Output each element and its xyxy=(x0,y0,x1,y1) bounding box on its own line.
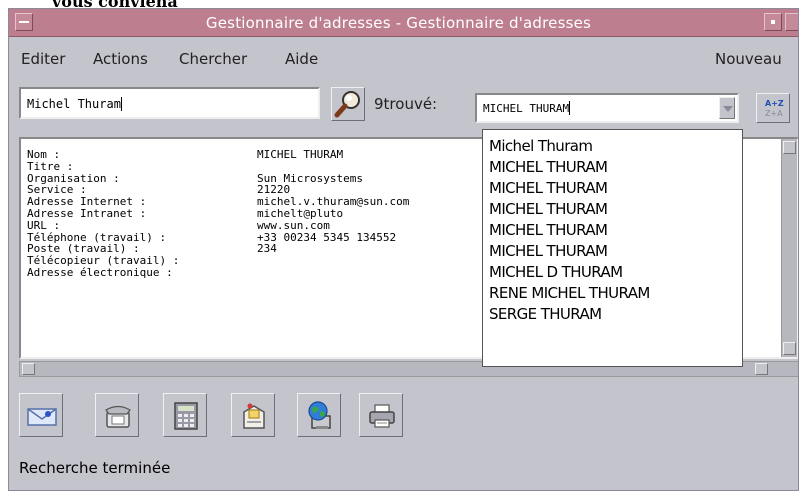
scroll-down-icon[interactable] xyxy=(783,342,796,355)
web-browser-button[interactable] xyxy=(297,393,341,437)
detail-row: Adresse Intranet : michelt@pluto xyxy=(27,208,409,220)
result-option[interactable]: MICHEL THURAM xyxy=(489,178,742,199)
detail-value: 234 xyxy=(257,242,277,256)
phone-button[interactable] xyxy=(95,393,139,437)
results-combo-box[interactable]: MICHEL THURAM xyxy=(475,93,739,123)
menu-aide[interactable]: Aide xyxy=(285,50,318,68)
detail-row: Titre : xyxy=(27,159,409,173)
search-button[interactable] xyxy=(331,87,365,121)
menu-editer[interactable]: Editer xyxy=(21,50,65,68)
found-count-label: 9trouvé: xyxy=(374,95,438,113)
sort-za-icon: Z+A xyxy=(765,109,783,118)
address-card-button[interactable] xyxy=(231,393,275,437)
detail-row: Nom : MICHEL THURAM xyxy=(27,149,409,161)
results-dropdown-list: Michel Thuram MICHEL THURAM MICHEL THURAM M… xyxy=(482,129,743,367)
minimize-button[interactable] xyxy=(764,13,782,31)
result-option[interactable]: MICHEL THURAM xyxy=(489,241,742,262)
name-search-value: Michel Thuram xyxy=(27,97,121,111)
contact-details-text: Nom : MICHEL THURAM Titre : Organisation :S… xyxy=(27,149,409,279)
combo-selected-value: MICHEL THURAM xyxy=(483,101,571,115)
address-card-icon xyxy=(243,403,265,429)
detail-label: URL : xyxy=(27,218,61,232)
detail-value: MICHEL THURAM xyxy=(257,148,344,161)
scroll-up-icon[interactable] xyxy=(783,141,796,154)
address-manager-window: Gestionnaire d'adresses - Gestionnaire d… xyxy=(8,8,799,491)
result-option[interactable]: Michel Thuram xyxy=(489,136,742,157)
window-menu-icon xyxy=(19,21,29,23)
sort-az-icon: A+Z xyxy=(765,99,784,108)
maximize-button[interactable] xyxy=(785,13,798,31)
printer-icon xyxy=(369,404,395,428)
calculator-icon xyxy=(174,402,198,430)
scroll-left-icon[interactable] xyxy=(22,363,35,375)
detail-label: Adresse électronique : xyxy=(27,265,173,279)
result-option[interactable]: MICHEL THURAM xyxy=(489,220,742,241)
result-option[interactable]: MICHEL D THURAM xyxy=(489,262,742,283)
magnifier-icon xyxy=(334,91,360,118)
result-option[interactable]: MICHEL THURAM xyxy=(489,157,742,178)
detail-row: Adresse électronique : xyxy=(27,267,409,279)
status-bar: Recherche terminée xyxy=(19,459,171,477)
scroll-right-icon[interactable] xyxy=(755,363,768,375)
sort-button[interactable]: A+Z Z+A xyxy=(756,93,790,123)
globe-computer-icon xyxy=(308,401,331,429)
result-option[interactable]: SERGE THURAM xyxy=(489,304,742,325)
detail-label: Adresse Intranet : xyxy=(27,206,147,220)
minimize-icon xyxy=(771,20,775,24)
menu-bar: Editer Actions Chercher Aide Nouveau xyxy=(9,45,798,71)
window-menu-button[interactable] xyxy=(15,13,33,31)
detail-value: michelt@pluto xyxy=(257,206,344,220)
text-caret xyxy=(120,97,122,111)
detail-value: www.sun.com xyxy=(257,218,330,232)
vertical-scrollbar[interactable] xyxy=(781,139,797,357)
window-title: Gestionnaire d'adresses - Gestionnaire d… xyxy=(205,14,592,32)
menu-chercher[interactable]: Chercher xyxy=(179,50,247,68)
email-button[interactable] xyxy=(19,393,63,437)
combo-caret xyxy=(569,101,571,115)
chevron-down-icon[interactable] xyxy=(719,97,735,119)
email-icon xyxy=(27,408,57,426)
detail-row: URL : www.sun.com xyxy=(27,218,409,232)
new-button[interactable]: Nouveau xyxy=(715,50,782,68)
detail-value: +33 00234 5345 134552 xyxy=(257,230,397,244)
menu-actions[interactable]: Actions xyxy=(93,50,148,68)
print-button[interactable] xyxy=(359,393,403,437)
title-bar: Gestionnaire d'adresses - Gestionnaire d… xyxy=(9,9,798,37)
result-option[interactable]: MICHEL THURAM xyxy=(489,199,742,220)
calculator-button[interactable] xyxy=(163,393,207,437)
detail-label: Titre : xyxy=(27,159,74,173)
name-search-input[interactable]: Michel Thuram xyxy=(19,87,320,119)
phone-icon xyxy=(105,405,131,428)
result-option[interactable]: RENE MICHEL THURAM xyxy=(489,283,742,304)
